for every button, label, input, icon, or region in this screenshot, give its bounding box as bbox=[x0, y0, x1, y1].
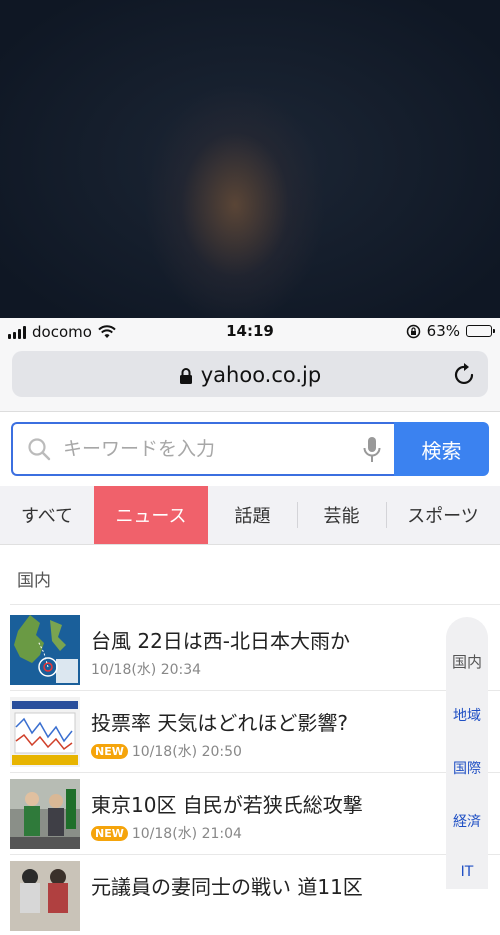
search-button[interactable]: 検索 bbox=[394, 422, 489, 476]
section-index-bar: 国内 地域 国際 経済 IT bbox=[446, 617, 488, 889]
news-date: 10/18(水) 20:50 bbox=[131, 744, 242, 760]
tab-label: ニュース bbox=[115, 506, 187, 527]
news-item[interactable]: 東京10区 自民が若狭氏総攻撃 NEW 10/18(水) 21:04 bbox=[10, 773, 450, 853]
index-item-it[interactable]: IT bbox=[446, 864, 488, 880]
news-title: 東京10区 自民が若狭氏総攻撃 bbox=[91, 793, 363, 817]
tab-label: 芸能 bbox=[323, 506, 360, 527]
battery-icon bbox=[466, 325, 495, 337]
section-title: 国内 bbox=[17, 571, 51, 591]
news-date: 10/18(水) 20:34 bbox=[91, 662, 202, 678]
reload-icon[interactable] bbox=[454, 362, 476, 386]
url-bar[interactable]: yahoo.co.jp bbox=[12, 351, 488, 397]
news-item[interactable]: 投票率 天気はどれほど影響? NEW 10/18(水) 20:50 bbox=[10, 691, 450, 771]
url-text: yahoo.co.jp bbox=[200, 363, 322, 387]
tab-sports[interactable]: スポーツ bbox=[386, 486, 500, 544]
index-item-world[interactable]: 国際 bbox=[446, 758, 488, 778]
lock-icon bbox=[179, 368, 192, 384]
news-thumbnail-turnout-chart bbox=[10, 697, 80, 767]
index-item-local[interactable]: 地域 bbox=[446, 705, 488, 725]
index-item-domestic[interactable]: 国内 bbox=[446, 651, 488, 672]
search-input[interactable] bbox=[61, 434, 345, 464]
new-badge: NEW bbox=[91, 743, 128, 759]
new-badge: NEW bbox=[91, 825, 128, 841]
divider bbox=[10, 604, 500, 605]
tab-label: すべて bbox=[20, 506, 74, 527]
category-tabs: すべて ニュース 話題 芸能 スポーツ bbox=[0, 486, 500, 545]
tab-all[interactable]: すべて bbox=[0, 486, 94, 544]
news-meta: NEW 10/18(水) 21:04 bbox=[91, 823, 242, 843]
news-thumbnail-campaign-photo bbox=[10, 779, 80, 849]
tab-entertainment[interactable]: 芸能 bbox=[297, 486, 386, 544]
status-bar: docomo 14:19 63% bbox=[0, 318, 500, 346]
search-form: 検索 bbox=[11, 422, 489, 476]
news-thumbnail-typhoon-map bbox=[10, 615, 80, 685]
tab-news[interactable]: ニュース bbox=[94, 486, 208, 544]
rotation-lock-icon bbox=[406, 324, 420, 338]
news-thumbnail-candidates-photo bbox=[10, 861, 80, 931]
tab-topics[interactable]: 話題 bbox=[208, 486, 297, 544]
battery-percent: 63% bbox=[426, 322, 460, 340]
tab-label: 話題 bbox=[234, 506, 271, 527]
browser-address-area: yahoo.co.jp bbox=[0, 346, 500, 412]
news-title: 元議員の妻同士の戦い 道11区 bbox=[91, 875, 363, 899]
news-item[interactable]: 元議員の妻同士の戦い 道11区 bbox=[10, 855, 450, 935]
news-item[interactable]: 台風 22日は西-北日本大雨か 10/18(水) 20:34 bbox=[10, 609, 450, 689]
news-date: 10/18(水) 21:04 bbox=[131, 826, 242, 842]
background-wallpaper bbox=[0, 0, 500, 318]
index-item-economy[interactable]: 経済 bbox=[446, 811, 488, 831]
tab-label: スポーツ bbox=[407, 506, 479, 527]
news-title: 投票率 天気はどれほど影響? bbox=[91, 711, 348, 735]
microphone-icon[interactable] bbox=[362, 436, 382, 464]
search-box bbox=[11, 422, 396, 476]
news-meta: NEW 10/18(水) 20:50 bbox=[91, 741, 242, 761]
search-icon bbox=[28, 438, 51, 461]
news-meta: 10/18(水) 20:34 bbox=[91, 659, 201, 679]
news-title: 台風 22日は西-北日本大雨か bbox=[91, 629, 351, 653]
